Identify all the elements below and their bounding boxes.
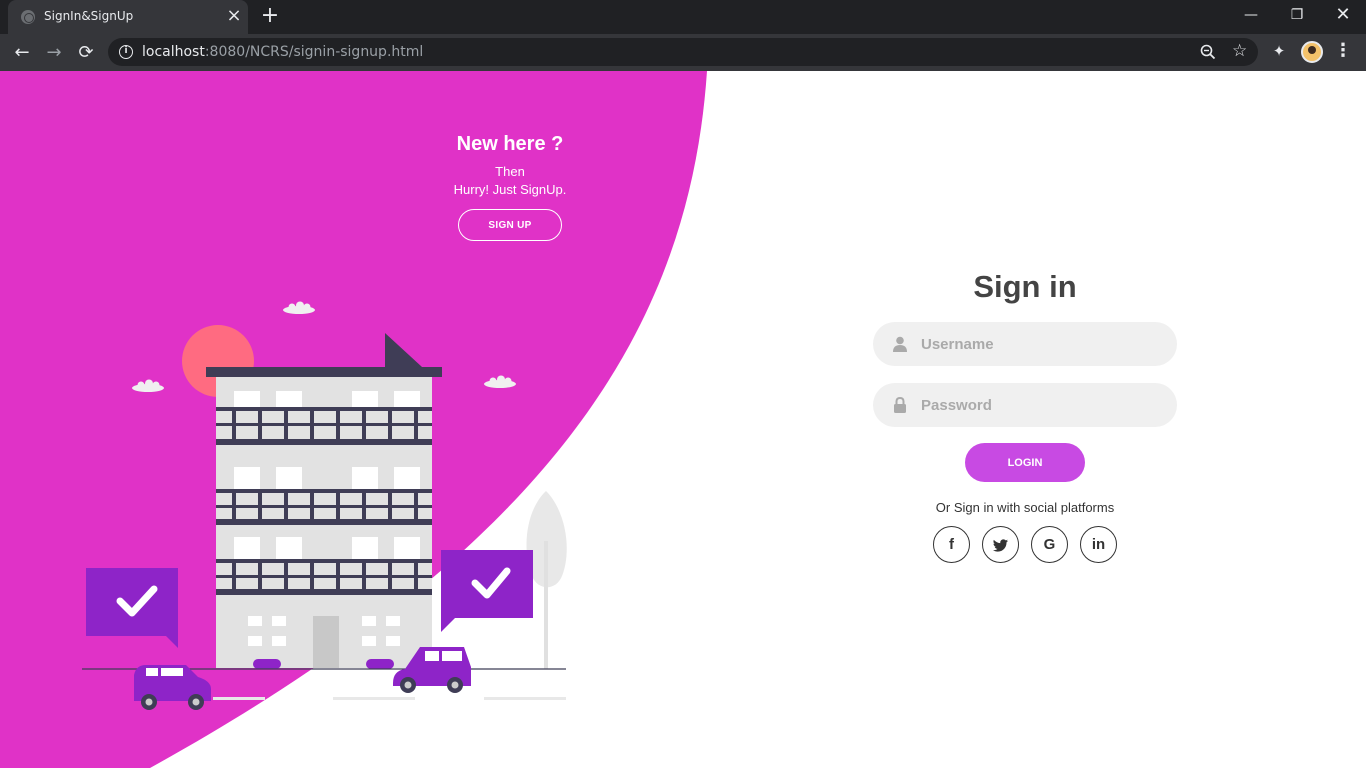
building-illustration [82, 301, 567, 710]
google-icon[interactable]: G [1031, 526, 1068, 563]
url-text[interactable]: localhost:8080/NCRS/signin-signup.html [142, 44, 423, 60]
forward-button[interactable]: → [41, 40, 67, 66]
signin-title: Sign in [973, 269, 1077, 304]
linkedin-icon[interactable]: in [1080, 526, 1117, 563]
tab-title: SignIn&SignUp [44, 9, 134, 23]
page-content: New here ? Then Hurry! Just SignUp. SIGN… [0, 71, 1366, 768]
site-info-icon[interactable]: i [119, 45, 133, 59]
close-tab-icon[interactable]: × [224, 6, 244, 26]
promo-title: New here ? [456, 133, 564, 155]
bookmark-star-icon[interactable]: ☆ [1232, 41, 1247, 61]
extensions-icon[interactable]: ✦ [1270, 42, 1288, 60]
twitter-bird-shape [993, 539, 1008, 552]
lock-icon [894, 397, 906, 413]
username-input[interactable] [921, 322, 1161, 366]
facebook-icon[interactable]: f [933, 526, 970, 563]
car-icon [134, 665, 211, 710]
signup-promo-panel: New here ? Then Hurry! Just SignUp. SIGN… [400, 133, 620, 241]
signin-form: Sign in LOGIN Or Sign in with social pla… [873, 269, 1177, 563]
browser-tab-strip: SignIn&SignUp × + — ❐ ✕ [0, 0, 1366, 34]
reload-button[interactable]: ⟳ [73, 40, 99, 66]
new-tab-button[interactable]: + [258, 5, 282, 29]
promo-text-line1: Then [495, 164, 525, 179]
check-bubble-icon [441, 550, 533, 632]
user-icon [893, 336, 907, 352]
check-bubble-icon [86, 568, 178, 648]
password-field[interactable] [873, 383, 1177, 427]
social-signin-text: Or Sign in with social platforms [935, 500, 1115, 515]
username-field[interactable] [873, 322, 1177, 366]
zoom-icon[interactable] [1200, 44, 1216, 60]
browser-toolbar: ← → ⟳ i localhost:8080/NCRS/signin-signu… [0, 34, 1366, 71]
browser-menu-icon[interactable]: ⋮ [1334, 42, 1352, 62]
restore-button[interactable]: ❐ [1274, 0, 1320, 30]
url-host: localhost [142, 44, 205, 60]
promo-text-line2: Hurry! Just SignUp. [453, 182, 567, 197]
address-bar[interactable]: i localhost:8080/NCRS/signin-signup.html… [108, 38, 1258, 66]
twitter-icon[interactable] [982, 526, 1019, 563]
profile-avatar[interactable] [1301, 41, 1323, 63]
back-button[interactable]: ← [9, 40, 35, 66]
close-window-button[interactable]: ✕ [1320, 0, 1366, 30]
minimize-button[interactable]: — [1228, 0, 1274, 30]
login-button[interactable]: LOGIN [965, 443, 1085, 482]
url-path: :8080/NCRS/signin-signup.html [204, 44, 424, 60]
sign-up-button[interactable]: SIGN UP [458, 209, 562, 241]
social-buttons: f G in [873, 526, 1177, 563]
globe-icon [21, 10, 35, 24]
password-input[interactable] [921, 383, 1161, 427]
browser-tab[interactable]: SignIn&SignUp × [8, 0, 248, 34]
